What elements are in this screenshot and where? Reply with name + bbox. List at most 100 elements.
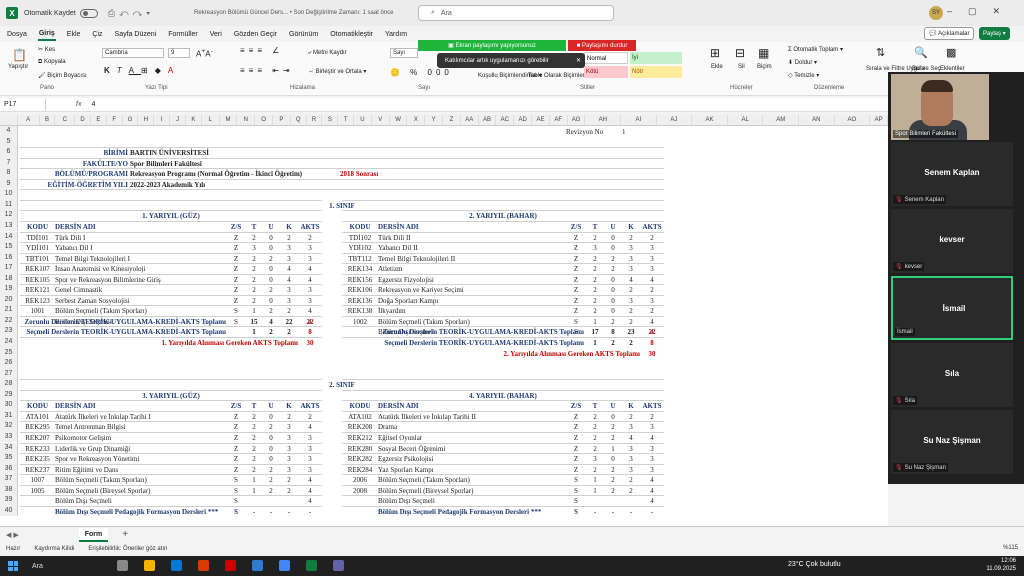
revizyon-value[interactable]: 1 [622, 127, 662, 138]
column-header[interactable]: N [237, 115, 256, 125]
column-header[interactable]: P [273, 115, 291, 125]
menu-6[interactable]: Veri [209, 29, 223, 40]
number-format-select[interactable]: Sayı [390, 48, 418, 58]
comments-button[interactable]: 💬 Açıklamalar [924, 27, 975, 40]
total-value[interactable]: 8 [298, 327, 322, 338]
column-header[interactable]: AE [532, 115, 550, 125]
course-cell[interactable]: S [566, 507, 586, 518]
menu-2[interactable]: Ekle [66, 29, 82, 40]
total-label[interactable]: Zorunlu Derslerin TEORİK-UYGULAMA-KREDİ-… [342, 327, 584, 338]
total-value[interactable]: 2 [604, 338, 622, 349]
course-cell[interactable]: - [298, 507, 322, 518]
align-icons[interactable]: ≡≡≡ ⇤⇥ [240, 66, 294, 75]
course-cell[interactable]: - [262, 507, 280, 518]
font-size-select[interactable]: 9 [168, 48, 190, 58]
paste-button[interactable]: Yapıştır [8, 64, 28, 70]
word-icon[interactable] [251, 559, 263, 571]
column-header[interactable]: AP [870, 115, 888, 125]
column-header[interactable]: AH [585, 115, 622, 125]
menu-5[interactable]: Formüller [167, 29, 199, 40]
total-value[interactable]: 2 [280, 327, 298, 338]
row-header[interactable]: 30 [0, 400, 18, 411]
menu-8[interactable]: Görünüm [288, 29, 319, 40]
row-header[interactable]: 7 [0, 157, 18, 169]
style-normal[interactable]: Normal [584, 52, 628, 64]
column-header[interactable]: AC [496, 115, 515, 125]
column-header[interactable]: AO [835, 115, 871, 125]
total-value[interactable]: 1 [246, 327, 262, 338]
wrap-text-button[interactable]: ⤶ Metni Kaydır [308, 50, 347, 57]
taskbar-search[interactable]: Ara [32, 563, 43, 570]
total-value[interactable]: 8 [604, 327, 622, 338]
course-cell[interactable] [20, 507, 55, 518]
row-header[interactable]: 21 [0, 305, 18, 316]
row-header[interactable]: 33 [0, 431, 18, 443]
course-cell[interactable]: Bölüm Dışı Seçmeli Pedagojik Formasyon D… [378, 507, 566, 518]
column-header[interactable]: F [107, 115, 123, 125]
format-cells-button[interactable]: Biçim [757, 64, 772, 70]
menu-1[interactable]: Giriş [37, 28, 56, 41]
select-all-corner[interactable] [0, 115, 18, 125]
search-input[interactable]: ⌕ Ara [418, 5, 614, 21]
office-icon[interactable] [197, 559, 209, 571]
column-header[interactable]: E [91, 115, 107, 125]
close-icon[interactable]: ✕ [576, 57, 581, 64]
column-header[interactable]: S [322, 115, 339, 125]
total-value[interactable]: 23 [622, 327, 640, 338]
menu-3[interactable]: Çiz [91, 29, 103, 40]
autosum-button[interactable]: Σ Otomatik Toplam ▾ [788, 46, 843, 53]
row-header[interactable]: 28 [0, 379, 18, 390]
total-value[interactable]: 22 [298, 317, 322, 328]
total-label[interactable]: 2. Yarıyılda Alınması Gereken AKTS Topla… [342, 349, 640, 360]
column-header[interactable]: Z [443, 115, 461, 125]
column-header[interactable]: M [220, 115, 238, 125]
acrobat-icon[interactable] [224, 559, 236, 571]
row-header[interactable]: 32 [0, 421, 18, 432]
row-header[interactable]: 15 [0, 242, 18, 253]
column-header[interactable]: O [255, 115, 273, 125]
total-value[interactable]: 30 [298, 338, 322, 349]
row-header[interactable]: 18 [0, 273, 18, 285]
copy-button[interactable]: ⧉ Kopyala [38, 59, 66, 66]
row-header[interactable]: 14 [0, 231, 18, 243]
status-accessibility[interactable]: Erişilebilirlik: Öneriler göz atın [88, 546, 167, 552]
column-header[interactable]: W [390, 115, 408, 125]
row-header[interactable]: 35 [0, 453, 18, 464]
column-header[interactable]: AF [550, 115, 568, 125]
user-avatar[interactable]: SY [929, 6, 943, 20]
course-cell[interactable] [342, 507, 378, 518]
zoom-level[interactable]: %115 [1003, 545, 1018, 551]
total-value[interactable]: 8 [640, 338, 664, 349]
font-grow-icon[interactable]: A+A- [196, 48, 213, 59]
column-header[interactable]: D [75, 115, 91, 125]
course-cell[interactable]: - [640, 507, 664, 518]
course-cell[interactable]: - [246, 507, 262, 518]
row-header[interactable]: 11 [0, 199, 18, 211]
row-header[interactable]: 40 [0, 505, 18, 517]
format-painter-button[interactable]: 🖌 Biçim Boyacısı [38, 72, 87, 79]
total-value[interactable]: 22 [640, 327, 664, 338]
style-bad[interactable]: Kötü [584, 66, 628, 78]
windows-start-icon[interactable] [8, 561, 18, 571]
autosave-toggle[interactable] [79, 8, 98, 18]
row-header[interactable]: 13 [0, 220, 18, 232]
column-header[interactable]: K [186, 115, 202, 125]
column-header[interactable]: AL [728, 115, 764, 125]
fx-icon[interactable]: fx [76, 101, 81, 108]
row-header[interactable]: 38 [0, 484, 18, 496]
taskbar-icons[interactable] [103, 559, 344, 573]
course-cell[interactable]: - [280, 507, 298, 518]
row-header[interactable]: 25 [0, 347, 18, 359]
fill-button[interactable]: ⬇ Doldur ▾ [788, 59, 817, 66]
number-format-icons[interactable]: 🪙 % 000 [390, 68, 453, 77]
menu-0[interactable]: Dosya [6, 29, 28, 40]
course-cell[interactable]: - [604, 507, 622, 518]
chrome-icon[interactable] [278, 559, 290, 571]
participant-tile[interactable]: Senem Kaplan 🎙 Senem Kaplan [891, 142, 1013, 206]
total-label[interactable]: Seçmeli Derslerin TEORİK-UYGULAMA-KREDİ-… [342, 338, 584, 349]
course-cell[interactable]: S [226, 507, 246, 518]
column-header[interactable]: Q [291, 115, 307, 125]
column-header[interactable]: AD [514, 115, 533, 125]
window-controls[interactable]: –▢✕ [947, 6, 1016, 17]
participant-tile[interactable]: İsmail İsmail [891, 276, 1013, 340]
